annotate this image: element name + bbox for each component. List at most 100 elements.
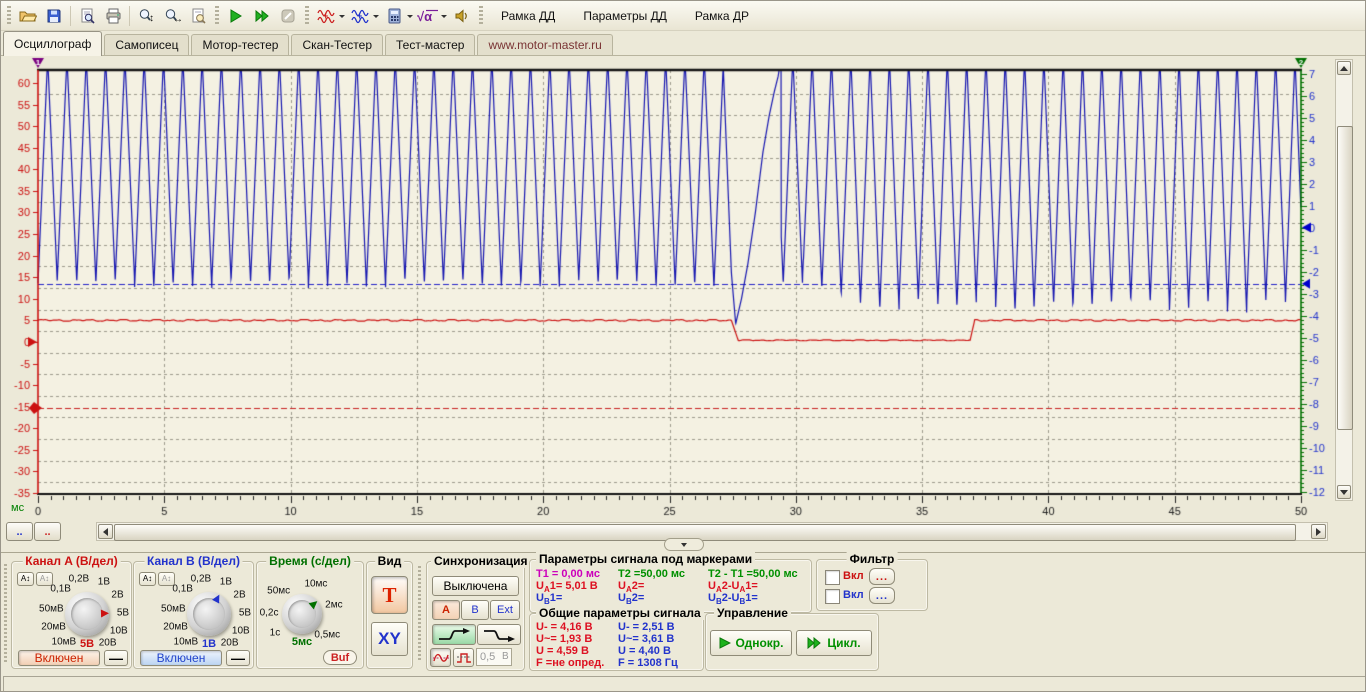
ub-dc-value: U- = 2,51 В (618, 621, 678, 633)
filter-a-checkbox[interactable] (825, 570, 840, 585)
blue-signal-icon: + (351, 8, 369, 24)
toolbar-grip[interactable] (479, 6, 483, 26)
knob-scale-label: 10мВ (174, 636, 199, 647)
filter-b-more-button[interactable]: ... (869, 587, 895, 604)
marker-params-title: Параметры сигнала под маркерами (536, 552, 755, 566)
scroll-right-button[interactable] (1311, 524, 1326, 539)
sync-pulse-mode-button[interactable] (453, 648, 474, 667)
vertical-scrollbar[interactable] (1335, 59, 1353, 501)
tab-oscillograph[interactable]: Осциллограф (3, 31, 102, 56)
timebase-knob[interactable] (282, 594, 322, 634)
toolbar-grip[interactable] (7, 6, 11, 26)
sync-source-ext-button[interactable]: Ext (490, 600, 520, 620)
dropdown-arrow-icon[interactable] (441, 15, 447, 21)
channel-b-group: Канал B (В/дел) А↕ А↕ 10мВ20мВ50мВ0,1В0,… (133, 561, 254, 669)
marker-a-button[interactable]: .. (6, 522, 33, 541)
dropdown-arrow-icon[interactable] (373, 15, 379, 21)
save-button[interactable] (41, 4, 67, 28)
horizontal-scroll-thumb[interactable] (114, 524, 1296, 541)
horizontal-scrollbar[interactable] (96, 522, 1328, 541)
single-run-label: Однокр. (736, 636, 784, 650)
open-button[interactable] (15, 4, 41, 28)
menu-ramka-dr[interactable]: Рамка ДР (681, 5, 763, 27)
oscilloscope-plot[interactable] (1, 56, 1335, 526)
knob-scale-label: 10мВ (52, 636, 77, 647)
fa-value: F =не опред. (536, 657, 604, 669)
calculator-button[interactable] (381, 4, 407, 28)
channel-b-power-button[interactable]: Включен (140, 650, 222, 666)
cycle-run-button[interactable]: Цикл. (796, 630, 872, 656)
run-cycle-button[interactable] (249, 4, 275, 28)
filter-b-checkbox[interactable] (825, 589, 840, 604)
toolbar-grip[interactable] (305, 6, 309, 26)
marker-b-button[interactable]: .. (34, 522, 61, 541)
menu-ramka-dd[interactable]: Рамка ДД (487, 5, 569, 27)
panel-grip[interactable] (4, 564, 7, 664)
signal-b-button[interactable]: + (347, 4, 373, 28)
toolbar-grip[interactable] (215, 6, 219, 26)
view-xy-button[interactable]: XY (371, 622, 408, 656)
channel-b-knob[interactable] (187, 592, 231, 636)
signal-a-button[interactable]: + (313, 4, 339, 28)
collapse-arrow-icon (681, 543, 687, 550)
view-t-button[interactable]: T (371, 576, 408, 614)
menu-parametry-dd[interactable]: Параметры ДД (569, 5, 681, 27)
knob-scale-label: 10В (110, 625, 128, 636)
general-params-group: Общие параметры сигнала U- = 4,16 В U~= … (529, 613, 704, 671)
knob-scale-label: 5В (117, 607, 129, 618)
print-preview-button[interactable] (74, 4, 100, 28)
save-icon (46, 8, 62, 24)
print-button[interactable] (100, 4, 126, 28)
dropdown-arrow-icon[interactable] (407, 15, 413, 21)
channel-a-invert-button[interactable]: — (104, 650, 128, 666)
dropdown-arrow-icon[interactable] (339, 15, 345, 21)
timebase-knob-pointer (302, 601, 317, 614)
sync-level-mode-button[interactable] (430, 648, 451, 667)
knob-scale-label: 2В (233, 589, 245, 600)
tab-motor-tester[interactable]: Мотор-тестер (191, 34, 289, 55)
sync-falling-edge-button[interactable] (477, 624, 521, 645)
zoom-vertical-button[interactable]: ↕ (133, 4, 159, 28)
knob-scale-label: 0,2В (191, 573, 212, 584)
calculator-icon (387, 8, 402, 24)
knob-scale-label: 10В (232, 625, 250, 636)
panel-grip[interactable] (418, 566, 421, 661)
buffer-button[interactable]: Buf (323, 650, 357, 665)
sync-rising-edge-button[interactable] (432, 624, 476, 645)
scroll-up-button[interactable] (1337, 61, 1351, 75)
channel-b-selected-scale: 1В (202, 638, 216, 650)
tab-scan-tester[interactable]: Скан-Тестер (291, 34, 383, 55)
tab-test-master[interactable]: Тест-мастер (385, 34, 475, 55)
sync-source-a-button[interactable]: А (432, 600, 460, 620)
channel-a-power-button[interactable]: Включен (18, 650, 100, 666)
t2-t1-value: T2 - T1 =50,00 мс (708, 568, 798, 580)
zoom-horizontal-icon: ↔ (164, 8, 181, 24)
zoom-horizontal-button[interactable]: ↔ (159, 4, 185, 28)
filter-a-more-button[interactable]: ... (869, 568, 895, 585)
scroll-down-button[interactable] (1337, 485, 1351, 499)
knob-scale-label: 0,1В (50, 584, 71, 595)
toolbar-separator (70, 6, 71, 26)
svg-text:√α: √α (417, 9, 432, 24)
ua-dc-value: U- = 4,16 В (536, 621, 604, 633)
tab-recorder[interactable]: Самописец (104, 34, 189, 55)
sync-source-b-button[interactable]: B (461, 600, 489, 620)
channel-a-knob[interactable] (65, 592, 109, 636)
knob-scale-label: 50мс (267, 585, 290, 596)
scroll-left-button[interactable] (98, 524, 113, 539)
tab-website[interactable]: www.motor-master.ru (477, 34, 612, 55)
knob-scale-label: 20В (99, 638, 117, 649)
math-button[interactable]: √α (415, 4, 441, 28)
zoom-document-button[interactable] (185, 4, 211, 28)
timebase-group: Время (с/дел) 1с0,2с50мс10мс2мс0,5мс 5мс… (256, 561, 364, 669)
channel-b-invert-button[interactable]: — (226, 650, 250, 666)
sound-button[interactable] (449, 4, 475, 28)
cycle-run-label: Цикл. (827, 636, 860, 650)
knob-scale-label: 50мВ (39, 603, 64, 614)
run-button[interactable] (223, 4, 249, 28)
svg-text:↕: ↕ (149, 13, 154, 24)
panel-collapse-button[interactable] (664, 538, 704, 551)
single-run-button[interactable]: Однокр. (710, 630, 792, 656)
sync-off-button[interactable]: Выключена (432, 576, 519, 596)
vertical-scroll-thumb[interactable] (1337, 126, 1353, 430)
